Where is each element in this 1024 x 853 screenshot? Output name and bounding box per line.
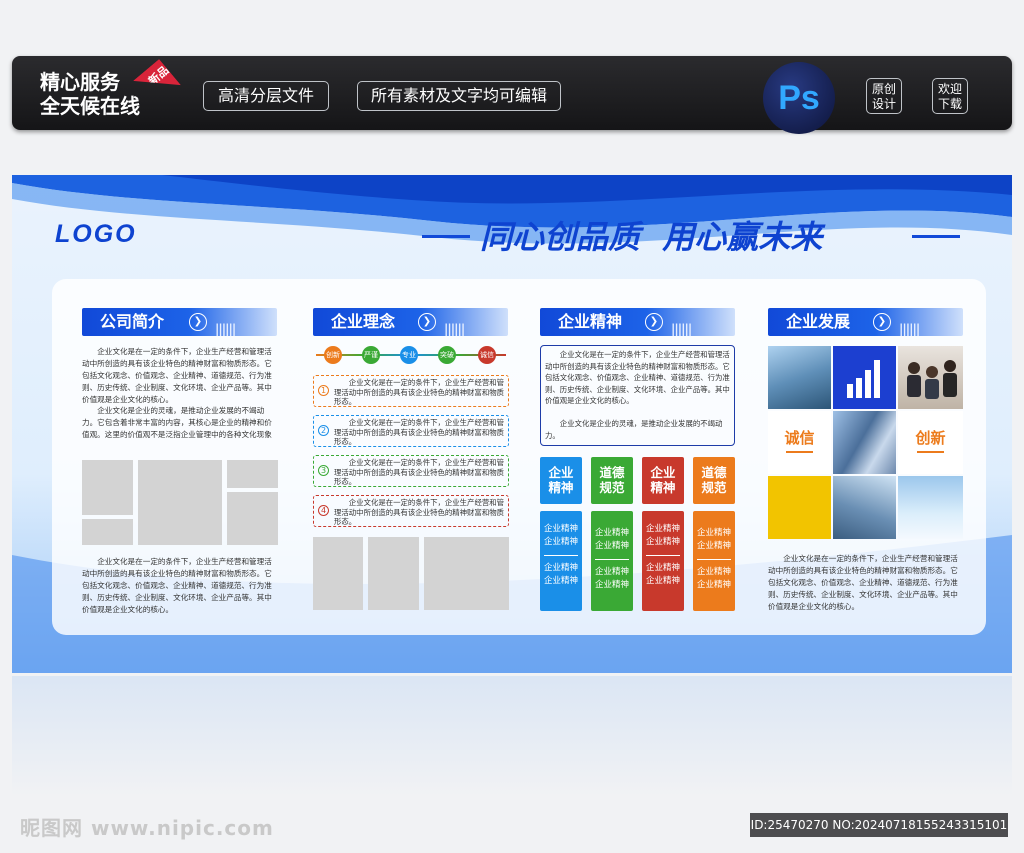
- value-innovation: 创新: [898, 411, 963, 474]
- watermark: 昵图网 www.nipic.com: [20, 816, 274, 840]
- image-placeholder: [138, 460, 222, 545]
- sky-photo: [898, 476, 963, 539]
- spirit-sub-column: 企业精神 企业精神 企业精神 企业精神: [693, 511, 735, 611]
- tower-photo: [833, 411, 896, 474]
- philosophy-item: 1 企业文化是在一定的条件下，企业生产经营和管理活动中所创造的具有该企业特色的精…: [313, 375, 509, 407]
- headline: 同心创品质 用心赢未来: [480, 218, 823, 256]
- keyword-dot: 严谨: [362, 346, 380, 364]
- headline-rule-right: [912, 235, 960, 238]
- slogan-line-1: 精心服务: [40, 70, 120, 94]
- image-placeholder: [424, 537, 509, 610]
- image-placeholder: [227, 492, 278, 545]
- welcome-download-badge[interactable]: 欢迎 下载: [932, 78, 968, 114]
- spirit-text-box: 企业文化是在一定的条件下，企业生产经营和管理活动中所创造的具有该企业特色的精神财…: [540, 345, 735, 446]
- philosophy-item: 3 企业文化是在一定的条件下，企业生产经营和管理活动中所创造的具有该企业特色的精…: [313, 455, 509, 487]
- hd-layered-file-pill: 高清分层文件: [203, 81, 329, 111]
- bars-icon: ||||||: [899, 322, 920, 336]
- arrow-right-icon: ❯: [189, 313, 207, 331]
- image-id-label: ID:25470270 NO:20240718155243315101: [750, 813, 1008, 837]
- development-para: 企业文化是在一定的条件下，企业生产经营和管理活动中所创造的具有该企业特色的精神财…: [768, 554, 958, 611]
- bars-icon: ||||||: [215, 322, 236, 336]
- keyword-dot: 突破: [438, 346, 456, 364]
- arrow-right-icon: ❯: [418, 313, 436, 331]
- slogan-line-2: 全天候在线: [40, 94, 140, 118]
- team-photo: [898, 346, 963, 409]
- yellow-block: [768, 476, 831, 539]
- image-placeholder: [313, 537, 363, 610]
- section-header-spirit: 企业精神 ❯ ||||||: [540, 308, 735, 336]
- section-header-company: 公司简介 ❯ ||||||: [82, 308, 277, 336]
- keyword-dot: 专业: [400, 346, 418, 364]
- company-para-1: 企业文化是在一定的条件下，企业生产经营和管理活动中所创造的具有该企业特色的精神财…: [82, 347, 272, 404]
- spirit-sub-column: 企业精神 企业精神 企业精神 企业精神: [591, 511, 633, 611]
- spirit-tile: 道德 规范: [591, 457, 633, 504]
- image-placeholder: [82, 460, 133, 515]
- arrow-right-icon: ❯: [873, 313, 891, 331]
- image-placeholder: [82, 519, 133, 545]
- arrow-right-icon: ❯: [645, 313, 663, 331]
- section-header-philosophy: 企业理念 ❯ ||||||: [313, 308, 508, 336]
- philosophy-item: 2 企业文化是在一定的条件下，企业生产经营和管理活动中所创造的具有该企业特色的精…: [313, 415, 509, 447]
- bars-icon: ||||||: [444, 322, 465, 336]
- spirit-para-2: 企业文化是企业的灵魂，是推动企业发展的不竭动力。: [545, 419, 723, 440]
- board-reflection: [12, 676, 1012, 796]
- headline-rule-left: [422, 235, 470, 238]
- bar-chart-icon: [833, 346, 896, 409]
- logo: LOGO: [55, 220, 137, 248]
- spirit-tile: 道德 规范: [693, 457, 735, 504]
- section-header-development: 企业发展 ❯ ||||||: [768, 308, 963, 336]
- spirit-tile: 企业 精神: [540, 457, 582, 504]
- company-para-3: 企业文化是在一定的条件下，企业生产经营和管理活动中所创造的具有该企业特色的精神财…: [82, 557, 272, 614]
- image-placeholder: [368, 537, 419, 610]
- value-integrity: 诚信: [768, 411, 831, 474]
- editable-assets-pill: 所有素材及文字均可编辑: [357, 81, 561, 111]
- philosophy-item: 4 企业文化是在一定的条件下，企业生产经营和管理活动中所创造的具有该企业特色的精…: [313, 495, 509, 527]
- bars-icon: ||||||: [671, 322, 692, 336]
- original-design-badge: 原创 设计: [866, 78, 902, 114]
- photoshop-icon: Ps: [763, 62, 835, 134]
- spirit-sub-column: 企业精神 企业精神 企业精神 企业精神: [540, 511, 582, 611]
- building-photo: [768, 346, 831, 409]
- keyword-dot: 创新: [324, 346, 342, 364]
- spirit-para-1: 企业文化是在一定的条件下，企业生产经营和管理活动中所创造的具有该企业特色的精神财…: [545, 350, 730, 405]
- company-para-2: 企业文化是企业的灵魂，是推动企业发展的不竭动力。它包含着非常丰富的内容，其核心是…: [82, 406, 272, 439]
- spirit-tile: 企业 精神: [642, 457, 684, 504]
- growth-chart-icon: [847, 360, 880, 398]
- image-placeholder: [227, 460, 278, 488]
- skyscraper-photo: [833, 476, 896, 539]
- keyword-dot: 诚信: [478, 346, 496, 364]
- spirit-sub-column: 企业精神 企业精神 企业精神 企业精神: [642, 511, 684, 611]
